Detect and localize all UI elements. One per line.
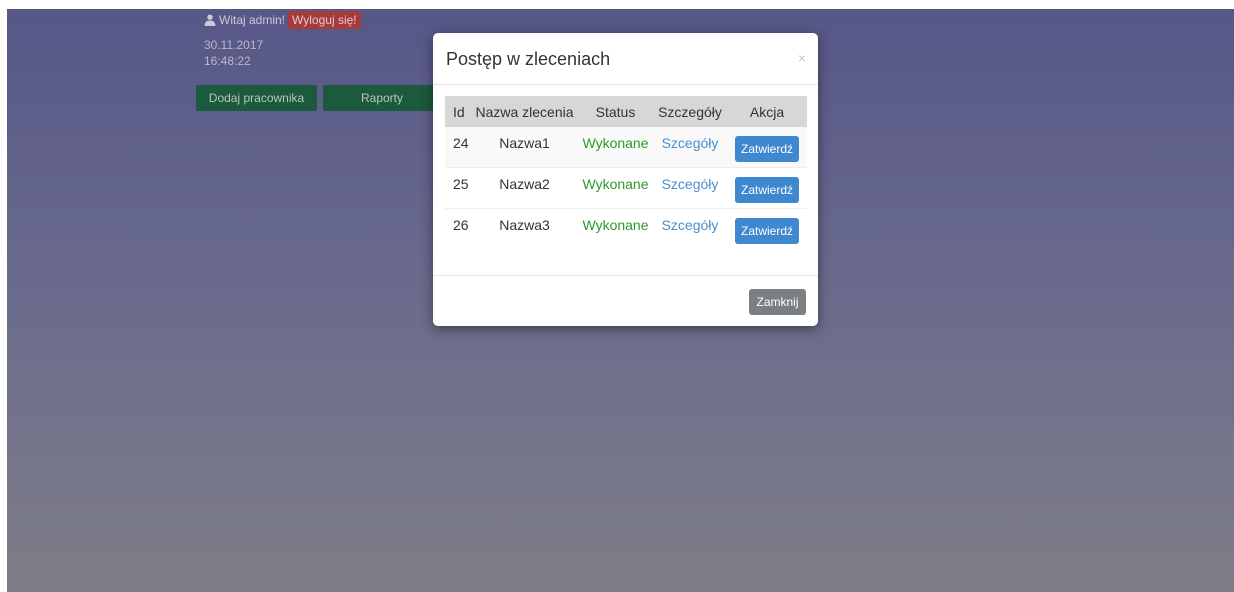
logout-button[interactable]: Wyloguj się! [288, 11, 361, 29]
confirm-button[interactable]: Zatwierdź [734, 177, 799, 203]
modal-footer: Zamknij [433, 275, 818, 327]
order-name: Nazwa1 [499, 135, 550, 151]
action-cell: Zatwierdź [727, 173, 807, 203]
order-name: Nazwa3 [499, 217, 550, 233]
reports-button[interactable]: Raporty [323, 85, 441, 111]
order-details-link[interactable]: Szcegóły [653, 168, 727, 192]
order-status: Wykonane [582, 176, 649, 192]
header-id: Id [453, 103, 465, 120]
modal-title: Postęp w zleceniach [446, 49, 611, 69]
add-employee-button[interactable]: Dodaj pracownika [196, 85, 317, 111]
confirm-button[interactable]: Zatwierdź [734, 136, 799, 162]
action-cell: Zatwierdź [727, 214, 807, 244]
user-icon [204, 14, 216, 26]
order-progress-modal: Postęp w zleceniach × Id Nazwa zlecenia … [433, 33, 818, 326]
table-header: Id Nazwa zlecenia Status Szczegóły Akcja [445, 96, 807, 127]
order-id: 26 [453, 217, 469, 233]
header-details: Szczegóły [658, 103, 722, 120]
order-details-link[interactable]: Szcegóły [653, 209, 727, 233]
current-date: 30.11.2017 [204, 38, 264, 52]
order-name: Nazwa2 [499, 176, 550, 192]
header-status: Status [595, 103, 636, 120]
order-details-link[interactable]: Szcegóły [653, 127, 727, 151]
user-greeting-bar: Witaj admin! Wyloguj się! [204, 10, 361, 30]
orders-table: Id Nazwa zlecenia Status Szczegóły Akcja… [445, 96, 807, 249]
confirm-button[interactable]: Zatwierdź [734, 218, 799, 244]
order-status: Wykonane [582, 217, 649, 233]
order-status: Wykonane [582, 135, 649, 151]
table-row: 24 Nazwa1 Wykonane Szcegóły Zatwierdź [445, 127, 807, 167]
action-cell: Zatwierdź [727, 132, 807, 162]
greeting-text: Witaj admin! [219, 13, 286, 27]
header-action: Akcja [749, 103, 785, 120]
header-name: Nazwa zlecenia [475, 103, 574, 120]
current-time: 16:48:22 [204, 54, 251, 68]
close-button[interactable]: Zamknij [749, 289, 806, 315]
close-icon[interactable]: × [798, 50, 806, 66]
modal-header: Postęp w zleceniach × [433, 33, 818, 85]
table-row: 25 Nazwa2 Wykonane Szcegóły Zatwierdź [445, 167, 807, 208]
order-id: 24 [453, 135, 469, 151]
table-row: 26 Nazwa3 Wykonane Szcegóły Zatwierdź [445, 208, 807, 249]
order-id: 25 [453, 176, 469, 192]
